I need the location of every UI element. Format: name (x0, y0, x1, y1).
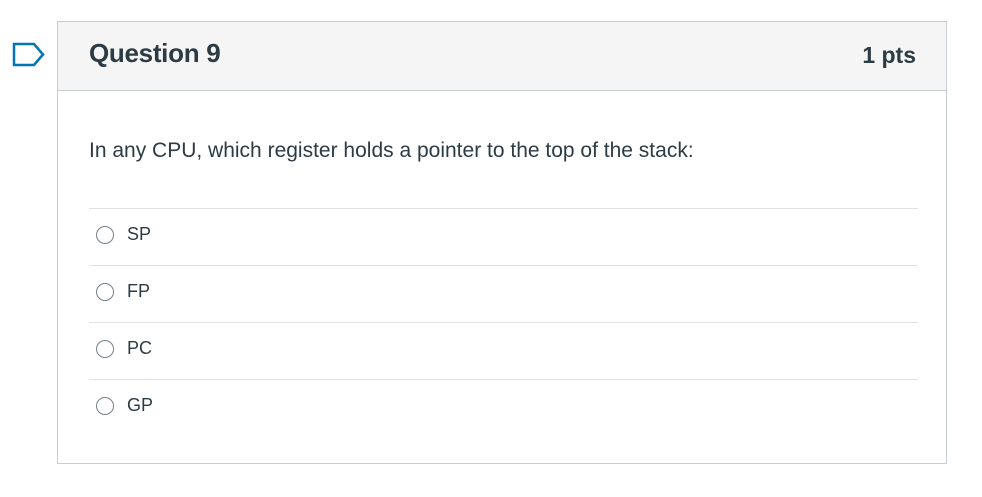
answer-option-gp[interactable]: GP (89, 379, 918, 436)
question-card: Question 9 1 pts In any CPU, which regis… (57, 21, 947, 464)
answer-label[interactable]: FP (127, 281, 150, 302)
radio-button[interactable] (96, 226, 114, 244)
answer-option-pc[interactable]: PC (89, 322, 918, 379)
question-points: 1 pts (862, 42, 916, 68)
answer-option-sp[interactable]: SP (89, 208, 918, 265)
answer-label[interactable]: PC (127, 338, 152, 359)
answer-option-fp[interactable]: FP (89, 265, 918, 322)
radio-button[interactable] (96, 397, 114, 415)
radio-button[interactable] (96, 340, 114, 358)
question-text: In any CPU, which register holds a point… (89, 139, 694, 162)
radio-button[interactable] (96, 283, 114, 301)
answer-list: SP FP PC GP (89, 208, 918, 436)
answer-label[interactable]: GP (127, 395, 153, 416)
question-title: Question 9 (89, 38, 221, 68)
flag-icon[interactable] (12, 42, 45, 67)
answer-label[interactable]: SP (127, 224, 151, 245)
question-header: Question 9 1 pts (58, 22, 946, 91)
